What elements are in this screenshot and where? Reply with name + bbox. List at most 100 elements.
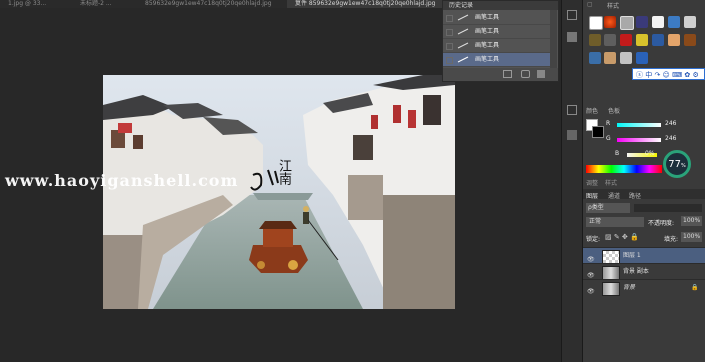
tab-label: 未标题-2 ... bbox=[80, 0, 112, 7]
history-item-label: 画笔工具 bbox=[475, 56, 500, 63]
color-spectrum-bar[interactable] bbox=[586, 165, 662, 173]
layer-filter-select[interactable]: ρ类型 bbox=[586, 203, 630, 213]
tab-4[interactable]: 复件 859632e9gw1ew47c18q0tj20qe0hlajd.jpg× bbox=[287, 0, 451, 8]
color-tab[interactable]: 颜色 bbox=[586, 106, 598, 115]
layer-row[interactable]: 👁 背景 副本 bbox=[583, 263, 705, 280]
tab-2[interactable]: 未标题-2 ...× bbox=[72, 0, 146, 8]
r-slider[interactable] bbox=[617, 123, 661, 127]
lock-icon: 🔒 bbox=[691, 284, 699, 291]
style-swatch[interactable] bbox=[604, 52, 616, 64]
watermark-text: www.haoyiganshell.com bbox=[5, 171, 239, 190]
brush-icon bbox=[457, 28, 469, 35]
layers-empty-area bbox=[583, 296, 705, 362]
document-canvas[interactable]: 江南 bbox=[103, 75, 455, 309]
lock-icons[interactable]: ▨ ✎ ✥ 🔒 bbox=[605, 233, 639, 241]
style-swatch[interactable] bbox=[668, 34, 680, 46]
image-calligraphy-text: 江南 bbox=[276, 159, 291, 185]
layer-row[interactable]: 👁 图层 1 bbox=[583, 247, 705, 264]
document-tab-bar: 1.jpg @ 33...× 未标题-2 ...× 859632e9gw1ew4… bbox=[0, 0, 451, 8]
layer-name: 背景 副本 bbox=[623, 268, 649, 275]
style-swatch[interactable] bbox=[684, 34, 696, 46]
r-value[interactable]: 246 bbox=[665, 120, 676, 127]
g-slider[interactable] bbox=[617, 138, 661, 142]
tab-1[interactable]: 1.jpg @ 33...× bbox=[0, 0, 81, 8]
b-value[interactable]: 0% bbox=[645, 150, 655, 157]
style-swatch[interactable] bbox=[684, 16, 696, 28]
style-swatch[interactable] bbox=[589, 34, 601, 46]
layers-tab[interactable]: 图层 bbox=[586, 191, 598, 200]
styles-tab[interactable]: 样式 bbox=[607, 1, 619, 10]
history-item-label: 画笔工具 bbox=[475, 14, 500, 21]
color-panel-icon[interactable] bbox=[567, 10, 577, 20]
history-title[interactable]: 历史记录 bbox=[449, 2, 473, 9]
blend-mode-select[interactable]: 正常 bbox=[586, 217, 644, 227]
style-swatch[interactable] bbox=[636, 16, 648, 28]
style-swatch[interactable] bbox=[620, 34, 632, 46]
style-swatch[interactable] bbox=[620, 16, 634, 30]
history-panel-icon[interactable] bbox=[567, 32, 577, 42]
trash-icon[interactable] bbox=[537, 70, 545, 78]
network-speed-gauge: 77% bbox=[663, 150, 691, 178]
style-swatch[interactable] bbox=[589, 52, 601, 64]
layer-name: 背景 bbox=[623, 284, 636, 291]
history-item[interactable]: 画笔工具 bbox=[443, 39, 551, 53]
adjustments-tab[interactable]: 调整 bbox=[586, 178, 598, 187]
background-color[interactable] bbox=[592, 126, 604, 138]
style-swatch[interactable] bbox=[604, 16, 616, 28]
history-item-selected[interactable]: 画笔工具 bbox=[443, 53, 551, 67]
snapshot-checkbox[interactable] bbox=[446, 15, 453, 22]
layer-thumbnail bbox=[602, 282, 620, 296]
history-item[interactable]: 画笔工具 bbox=[443, 25, 551, 39]
g-value[interactable]: 246 bbox=[665, 135, 676, 142]
camera-icon[interactable] bbox=[521, 70, 530, 78]
style-swatch-none[interactable] bbox=[589, 16, 603, 30]
style-swatch[interactable] bbox=[620, 52, 632, 64]
canal-town-photo bbox=[103, 75, 455, 309]
layer-name: 图层 1 bbox=[623, 252, 641, 259]
adjustments-panel-icon[interactable] bbox=[567, 105, 577, 115]
style-swatch[interactable] bbox=[652, 16, 664, 28]
new-document-from-state-icon[interactable] bbox=[503, 70, 512, 78]
b-label: B bbox=[615, 150, 620, 157]
layer-row[interactable]: 👁 背景 🔒 bbox=[583, 279, 705, 296]
paths-tab[interactable]: 路径 bbox=[629, 191, 641, 200]
history-footer bbox=[443, 68, 558, 81]
layer-thumbnail bbox=[602, 250, 620, 264]
history-item[interactable]: 画笔工具 bbox=[443, 11, 551, 25]
swatches-tab[interactable]: 色板 bbox=[608, 106, 620, 115]
snapshot-checkbox[interactable] bbox=[446, 43, 453, 50]
style-swatch[interactable] bbox=[668, 16, 680, 28]
panel-dock-icons bbox=[561, 0, 582, 362]
snapshot-checkbox[interactable] bbox=[446, 29, 453, 36]
layer-filter-icons[interactable] bbox=[634, 204, 702, 212]
fill-input[interactable]: 100% bbox=[681, 232, 702, 242]
r-label: R bbox=[606, 120, 611, 127]
ime-toolbar[interactable]: ⓢ 中 ↷ ☺ ⌨ ✿ ⚙ bbox=[632, 68, 705, 80]
opacity-input[interactable]: 100% bbox=[681, 216, 702, 226]
fill-label: 填充: bbox=[664, 236, 679, 243]
style-swatch[interactable] bbox=[636, 52, 648, 64]
snapshot-checkbox[interactable] bbox=[446, 57, 453, 64]
tab-label: 859632e9gw1ew47c18q0tj20qe0hlajd.jpg bbox=[145, 0, 272, 7]
gauge-unit: % bbox=[680, 163, 686, 169]
layers-tab-bar: 图层 通道 路径 bbox=[583, 189, 705, 200]
brush-icon bbox=[457, 14, 469, 21]
tab-label: 复件 859632e9gw1ew47c18q0tj20qe0hlajd.jpg bbox=[295, 0, 436, 7]
eye-icon[interactable]: 👁 bbox=[587, 284, 595, 295]
history-scrollbar[interactable] bbox=[550, 10, 557, 68]
channels-tab[interactable]: 通道 bbox=[608, 191, 620, 200]
tab-label: 1.jpg @ 33... bbox=[8, 0, 47, 7]
eye-icon[interactable]: 👁 bbox=[587, 252, 595, 263]
style-swatch[interactable] bbox=[604, 34, 616, 46]
brush-icon bbox=[457, 42, 469, 49]
swatches-tab[interactable]: ▢ bbox=[587, 1, 593, 8]
styles-tab-2[interactable]: 样式 bbox=[605, 178, 617, 187]
style-swatch[interactable] bbox=[636, 34, 648, 46]
lock-label: 锁定: bbox=[586, 236, 601, 243]
style-swatch[interactable] bbox=[652, 34, 664, 46]
g-label: G bbox=[606, 135, 611, 142]
tab-3[interactable]: 859632e9gw1ew47c18q0tj20qe0hlajd.jpg× bbox=[137, 0, 296, 8]
properties-panel-icon[interactable] bbox=[567, 130, 577, 140]
opacity-label: 不透明度: bbox=[648, 220, 675, 227]
eye-icon[interactable]: 👁 bbox=[587, 268, 595, 279]
